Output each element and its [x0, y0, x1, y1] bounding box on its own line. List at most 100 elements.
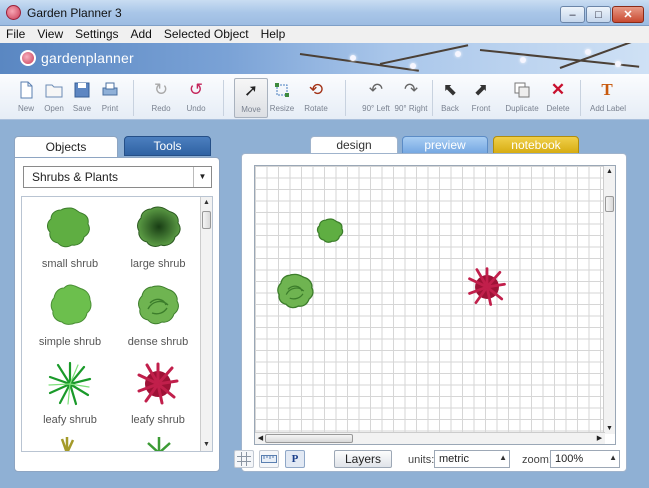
object-leafy-shrub-green[interactable]: leafy shrub [28, 359, 112, 426]
scroll-thumb[interactable] [202, 211, 211, 229]
blossom-decoration [615, 61, 621, 67]
menu-selected-object[interactable]: Selected Object [158, 26, 255, 43]
object-small-shrub[interactable]: small shrub [28, 203, 112, 270]
duplicate-button[interactable]: Duplicate [505, 78, 539, 118]
toolbar-separator [223, 80, 224, 116]
object-dense-shrub[interactable]: dense shrub [116, 281, 200, 348]
scroll-down-arrow-icon[interactable]: ▼ [604, 423, 615, 434]
rotate-left-button[interactable]: ↶ 90° Left [359, 78, 393, 118]
blossom-decoration [520, 57, 526, 63]
redo-button[interactable]: ↻ Redo [144, 78, 178, 118]
delete-button[interactable]: ✕ Delete [541, 78, 575, 118]
layers-button[interactable]: Layers [334, 450, 392, 468]
tab-notebook[interactable]: notebook [493, 136, 579, 154]
tab-objects[interactable]: Objects [14, 136, 118, 158]
placed-dense-shrub[interactable] [269, 270, 321, 314]
object-simple-shrub[interactable]: simple shrub [28, 281, 112, 348]
window-title: Garden Planner 3 [27, 6, 122, 20]
category-dropdown[interactable]: Shrubs & Plants ▼ [23, 166, 212, 188]
printer-icon [102, 82, 118, 96]
chevron-down-icon: ▼ [193, 167, 211, 187]
logo-icon [20, 50, 36, 66]
menu-add[interactable]: Add [125, 26, 158, 43]
title-bar: Garden Planner 3 – □ ✕ [0, 0, 649, 26]
scroll-thumb[interactable] [265, 434, 353, 443]
partial-plant-icon [147, 437, 171, 451]
resize-icon [275, 83, 289, 97]
close-button[interactable]: ✕ [612, 6, 644, 23]
text-label-icon: T [601, 80, 613, 99]
maximize-button[interactable]: □ [586, 6, 611, 23]
rotate-icon: ⟲ [308, 80, 324, 99]
category-value: Shrubs & Plants [32, 170, 119, 184]
back-button[interactable]: ⬉ Back [433, 78, 467, 118]
delete-x-icon: ✕ [550, 80, 566, 99]
object-large-shrub[interactable]: large shrub [116, 203, 200, 270]
rotate-left-icon: ↶ [368, 80, 384, 99]
canvas-vertical-scrollbar[interactable]: ▲ ▼ [603, 166, 615, 434]
leafy-shrub-green-icon [48, 361, 92, 406]
app-icon [6, 5, 21, 20]
tab-preview[interactable]: preview [402, 136, 488, 154]
undo-icon: ↺ [188, 80, 204, 99]
add-label-button[interactable]: T Add Label [590, 78, 626, 118]
object-list: small shrub large shrub simple shrub den… [21, 196, 213, 452]
placed-small-shrub[interactable] [315, 216, 347, 246]
units-value: metric [439, 453, 469, 465]
duplicate-icon [514, 82, 530, 98]
menu-view[interactable]: View [31, 26, 69, 43]
design-canvas[interactable]: ▲ ▼ ◀ ▶ [254, 165, 616, 445]
ruler-icon [261, 455, 277, 463]
blossom-decoration [585, 49, 591, 55]
floppy-disk-icon [74, 82, 90, 98]
send-back-icon: ⬉ [442, 80, 458, 99]
canvas-horizontal-scrollbar[interactable]: ◀ ▶ [255, 432, 605, 444]
menu-bar: File View Settings Add Selected Object H… [0, 26, 649, 43]
simple-shrub-icon [50, 284, 92, 325]
bring-front-icon: ⬈ [473, 80, 489, 99]
move-button[interactable]: ➚ Move [234, 78, 268, 118]
p-button[interactable]: P [285, 450, 305, 468]
cursor-arrow-icon: ➚ [243, 81, 259, 100]
rotate-right-button[interactable]: ↷ 90° Right [394, 78, 428, 118]
tab-tools[interactable]: Tools [124, 136, 211, 156]
placed-leafy-shrub-red[interactable] [463, 264, 511, 310]
minimize-button[interactable]: – [560, 6, 585, 23]
resize-button[interactable]: Resize [265, 78, 299, 118]
logo-text: gardenplanner [41, 50, 134, 66]
object-list-scrollbar[interactable]: ▲ ▼ [200, 197, 212, 451]
blossom-decoration [455, 51, 461, 57]
large-shrub-icon [137, 206, 181, 247]
blossom-decoration [350, 55, 356, 61]
units-dropdown[interactable]: metric ▲ [434, 450, 510, 468]
grid-icon [237, 452, 251, 466]
toolbar-separator [345, 80, 346, 116]
dense-shrub-icon [138, 285, 179, 325]
scroll-thumb[interactable] [605, 196, 614, 212]
units-label: units: [408, 454, 435, 466]
brand-banner: gardenplanner [0, 43, 649, 74]
ruler-toggle-button[interactable] [259, 450, 279, 468]
menu-settings[interactable]: Settings [69, 26, 124, 43]
grid-toggle-button[interactable] [234, 450, 254, 468]
print-button[interactable]: Print [93, 78, 127, 118]
leafy-shrub-red-icon [137, 362, 179, 405]
toolbar: New Open Save Print ↻ Redo ↺ Undo ➚ Move… [0, 74, 649, 120]
menu-file[interactable]: File [0, 26, 31, 43]
scroll-right-arrow-icon[interactable]: ▶ [594, 433, 605, 444]
scroll-down-arrow-icon[interactable]: ▼ [201, 439, 212, 451]
scroll-up-arrow-icon[interactable]: ▲ [201, 197, 212, 209]
undo-button[interactable]: ↺ Undo [179, 78, 213, 118]
chevron-down-icon: ▲ [499, 453, 507, 462]
object-leafy-shrub-red[interactable]: leafy shrub [116, 359, 200, 426]
zoom-dropdown[interactable]: 100% ▲ [550, 450, 620, 468]
front-button[interactable]: ⬈ Front [464, 78, 498, 118]
rotate-right-icon: ↷ [403, 80, 419, 99]
folder-icon [45, 84, 63, 98]
scroll-up-arrow-icon[interactable]: ▲ [604, 166, 615, 177]
rotate-button[interactable]: ⟲ Rotate [299, 78, 333, 118]
zoom-label: zoom: [522, 454, 552, 466]
design-panel: ▲ ▼ ◀ ▶ [241, 153, 627, 472]
menu-help[interactable]: Help [255, 26, 292, 43]
toolbar-separator [580, 80, 581, 116]
